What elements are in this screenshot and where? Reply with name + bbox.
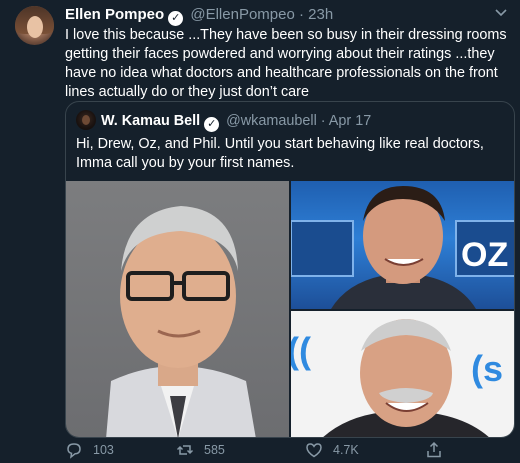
share-button[interactable] — [425, 441, 443, 459]
like-button[interactable]: 4.7K — [305, 441, 359, 459]
retweet-button[interactable]: 585 — [176, 441, 225, 459]
chevron-down-icon[interactable] — [494, 6, 508, 20]
retweet-icon — [176, 445, 194, 455]
quoted-date: Apr 17 — [328, 113, 372, 129]
retweet-count: 585 — [204, 443, 225, 457]
photo-drew-illustration — [106, 206, 256, 437]
reply-count: 103 — [93, 443, 114, 457]
reply-button[interactable]: 103 — [65, 441, 114, 459]
photo-oz[interactable]: OZ — [291, 181, 514, 309]
verified-badge-icon: ✓ — [204, 117, 220, 132]
tweet-header: Ellen Pompeo ✓ @EllenPompeo · 23h — [65, 5, 333, 26]
quoted-handle: @wkamaubell — [226, 113, 317, 129]
tweet-actions: 103 585 4.7K — [65, 441, 505, 461]
like-icon — [306, 443, 322, 458]
tweet-time[interactable]: 23h — [308, 6, 333, 23]
photo-grid: OZ (( (s — [66, 181, 514, 437]
avatar[interactable] — [15, 6, 54, 45]
photo-oz-illustration: OZ — [291, 186, 514, 309]
verified-badge-icon: ✓ — [168, 11, 184, 26]
avatar-face — [27, 16, 43, 38]
reply-icon — [67, 443, 81, 459]
quoted-tweet[interactable]: W. Kamau Bell ✓ @wkamaubell · Apr 17 Hi, … — [65, 101, 515, 438]
phil-sign-text: (( — [291, 330, 311, 371]
photo-phil[interactable]: (( (s — [291, 311, 514, 437]
oz-sign-text: OZ — [461, 236, 508, 274]
photo-drew[interactable] — [66, 181, 289, 437]
quoted-avatar — [76, 110, 96, 130]
photo-phil-illustration: (( (s — [291, 319, 503, 437]
dot-separator: · — [298, 6, 304, 23]
like-count: 4.7K — [333, 443, 359, 457]
author-handle[interactable]: @EllenPompeo — [190, 6, 294, 23]
author-name[interactable]: Ellen Pompeo — [65, 6, 164, 23]
quoted-header: W. Kamau Bell ✓ @wkamaubell · Apr 17 — [76, 110, 371, 132]
quoted-text: Hi, Drew, Oz, and Phil. Until you start … — [76, 136, 484, 171]
tweet-text: I love this because ...They have been so… — [65, 27, 507, 100]
quoted-author-name: W. Kamau Bell — [101, 113, 201, 129]
dot-separator: · — [320, 113, 326, 129]
share-icon — [427, 441, 441, 458]
svg-text:(s: (s — [471, 348, 503, 389]
